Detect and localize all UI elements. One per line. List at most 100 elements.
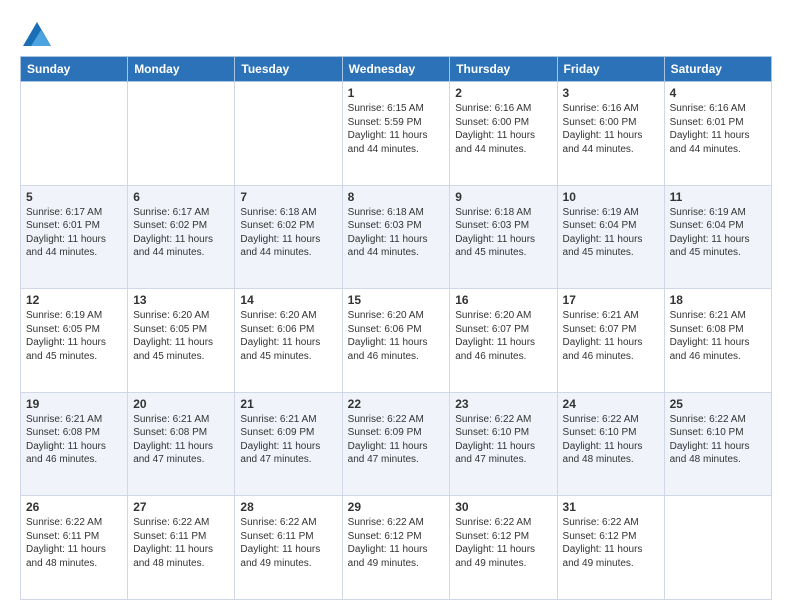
day-info: Sunrise: 6:17 AM Sunset: 6:02 PM Dayligh… (133, 206, 229, 260)
day-number: 13 (133, 293, 229, 307)
calendar-cell: 22Sunrise: 6:22 AM Sunset: 6:09 PM Dayli… (342, 392, 450, 496)
calendar-week-row: 1 Sunrise: 6:15 AM Sunset: 5:59 PM Daylig… (21, 82, 772, 186)
day-number: 9 (455, 190, 551, 204)
weekday-header: Wednesday (342, 57, 450, 82)
calendar-cell: 8 Sunrise: 6:18 AM Sunset: 6:03 PM Daylig… (342, 185, 450, 289)
day-number: 15 (348, 293, 445, 307)
day-info: Sunrise: 6:22 AM Sunset: 6:10 PM Dayligh… (670, 413, 766, 467)
weekday-header: Tuesday (235, 57, 342, 82)
day-number: 12 (26, 293, 122, 307)
day-number: 26 (26, 500, 122, 514)
weekday-header: Saturday (664, 57, 771, 82)
calendar-cell: 27 Sunrise: 6:22 AM Sunset: 6:11 PM Dayli… (128, 496, 235, 600)
calendar-week-row: 5 Sunrise: 6:17 AM Sunset: 6:01 PM Daylig… (21, 185, 772, 289)
day-number: 17 (563, 293, 659, 307)
day-info: Sunrise: 6:16 AM Sunset: 6:00 PM Dayligh… (563, 102, 659, 156)
calendar-cell: 13 Sunrise: 6:20 AM Sunset: 6:05 PM Dayli… (128, 289, 235, 393)
day-info: Sunrise: 6:19 AM Sunset: 6:05 PM Dayligh… (26, 309, 122, 363)
day-info: Sunrise: 6:20 AM Sunset: 6:06 PM Dayligh… (240, 309, 336, 363)
day-number: 27 (133, 500, 229, 514)
day-info: Sunrise: 6:21 AM Sunset: 6:08 PM Dayligh… (670, 309, 766, 363)
weekday-header: Monday (128, 57, 235, 82)
calendar-cell: 9Sunrise: 6:18 AM Sunset: 6:03 PM Daylig… (450, 185, 557, 289)
day-number: 3 (563, 86, 659, 100)
calendar-cell: 28 Sunrise: 6:22 AM Sunset: 6:11 PM Dayli… (235, 496, 342, 600)
day-info: Sunrise: 6:22 AM Sunset: 6:10 PM Dayligh… (563, 413, 659, 467)
calendar-cell: 5 Sunrise: 6:17 AM Sunset: 6:01 PM Daylig… (21, 185, 128, 289)
day-number: 7 (240, 190, 336, 204)
calendar-cell: 21Sunrise: 6:21 AM Sunset: 6:09 PM Dayli… (235, 392, 342, 496)
calendar-cell (128, 82, 235, 186)
day-number: 24 (563, 397, 659, 411)
calendar-cell (235, 82, 342, 186)
calendar-cell: 1 Sunrise: 6:15 AM Sunset: 5:59 PM Daylig… (342, 82, 450, 186)
calendar-cell: 7 Sunrise: 6:18 AM Sunset: 6:02 PM Daylig… (235, 185, 342, 289)
calendar-cell: 11 Sunrise: 6:19 AM Sunset: 6:04 PM Dayli… (664, 185, 771, 289)
day-number: 11 (670, 190, 766, 204)
day-info: Sunrise: 6:16 AM Sunset: 6:00 PM Dayligh… (455, 102, 551, 156)
day-number: 18 (670, 293, 766, 307)
calendar-cell: 26 Sunrise: 6:22 AM Sunset: 6:11 PM Dayli… (21, 496, 128, 600)
calendar-cell: 12 Sunrise: 6:19 AM Sunset: 6:05 PM Dayli… (21, 289, 128, 393)
day-info: Sunrise: 6:19 AM Sunset: 6:04 PM Dayligh… (563, 206, 659, 260)
calendar-cell: 31 Sunrise: 6:22 AM Sunset: 6:12 PM Dayli… (557, 496, 664, 600)
calendar-header-row: SundayMondayTuesdayWednesdayThursdayFrid… (21, 57, 772, 82)
calendar-cell: 20Sunrise: 6:21 AM Sunset: 6:08 PM Dayli… (128, 392, 235, 496)
calendar-cell: 15 Sunrise: 6:20 AM Sunset: 6:06 PM Dayli… (342, 289, 450, 393)
day-number: 23 (455, 397, 551, 411)
day-number: 2 (455, 86, 551, 100)
weekday-header: Thursday (450, 57, 557, 82)
day-number: 29 (348, 500, 445, 514)
day-number: 20 (133, 397, 229, 411)
day-number: 28 (240, 500, 336, 514)
day-number: 5 (26, 190, 122, 204)
day-number: 14 (240, 293, 336, 307)
calendar-cell: 16 Sunrise: 6:20 AM Sunset: 6:07 PM Dayli… (450, 289, 557, 393)
calendar-week-row: 26 Sunrise: 6:22 AM Sunset: 6:11 PM Dayli… (21, 496, 772, 600)
calendar-cell: 3 Sunrise: 6:16 AM Sunset: 6:00 PM Daylig… (557, 82, 664, 186)
weekday-header: Friday (557, 57, 664, 82)
day-info: Sunrise: 6:21 AM Sunset: 6:08 PM Dayligh… (26, 413, 122, 467)
calendar-cell: 6 Sunrise: 6:17 AM Sunset: 6:02 PM Daylig… (128, 185, 235, 289)
day-info: Sunrise: 6:22 AM Sunset: 6:11 PM Dayligh… (240, 516, 336, 570)
day-info: Sunrise: 6:22 AM Sunset: 6:12 PM Dayligh… (348, 516, 445, 570)
calendar-cell: 18 Sunrise: 6:21 AM Sunset: 6:08 PM Dayli… (664, 289, 771, 393)
day-number: 1 (348, 86, 445, 100)
calendar-cell: 17 Sunrise: 6:21 AM Sunset: 6:07 PM Dayli… (557, 289, 664, 393)
day-info: Sunrise: 6:20 AM Sunset: 6:07 PM Dayligh… (455, 309, 551, 363)
day-info: Sunrise: 6:18 AM Sunset: 6:03 PM Dayligh… (348, 206, 445, 260)
day-number: 31 (563, 500, 659, 514)
calendar-cell (21, 82, 128, 186)
calendar-week-row: 19 Sunrise: 6:21 AM Sunset: 6:08 PM Dayli… (21, 392, 772, 496)
calendar: SundayMondayTuesdayWednesdayThursdayFrid… (20, 56, 772, 600)
page: SundayMondayTuesdayWednesdayThursdayFrid… (0, 0, 792, 612)
day-number: 21 (240, 397, 336, 411)
day-number: 8 (348, 190, 445, 204)
day-info: Sunrise: 6:22 AM Sunset: 6:12 PM Dayligh… (455, 516, 551, 570)
day-info: Sunrise: 6:18 AM Sunset: 6:02 PM Dayligh… (240, 206, 336, 260)
calendar-cell: 25 Sunrise: 6:22 AM Sunset: 6:10 PM Dayli… (664, 392, 771, 496)
day-number: 16 (455, 293, 551, 307)
day-info: Sunrise: 6:22 AM Sunset: 6:11 PM Dayligh… (26, 516, 122, 570)
day-info: Sunrise: 6:17 AM Sunset: 6:01 PM Dayligh… (26, 206, 122, 260)
calendar-cell: 30Sunrise: 6:22 AM Sunset: 6:12 PM Dayli… (450, 496, 557, 600)
day-number: 4 (670, 86, 766, 100)
day-info: Sunrise: 6:19 AM Sunset: 6:04 PM Dayligh… (670, 206, 766, 260)
day-info: Sunrise: 6:15 AM Sunset: 5:59 PM Dayligh… (348, 102, 445, 156)
day-number: 19 (26, 397, 122, 411)
day-number: 6 (133, 190, 229, 204)
day-info: Sunrise: 6:22 AM Sunset: 6:12 PM Dayligh… (563, 516, 659, 570)
calendar-cell: 14 Sunrise: 6:20 AM Sunset: 6:06 PM Dayli… (235, 289, 342, 393)
day-info: Sunrise: 6:22 AM Sunset: 6:11 PM Dayligh… (133, 516, 229, 570)
calendar-cell: 10 Sunrise: 6:19 AM Sunset: 6:04 PM Dayli… (557, 185, 664, 289)
day-number: 10 (563, 190, 659, 204)
day-number: 25 (670, 397, 766, 411)
weekday-header: Sunday (21, 57, 128, 82)
header (20, 18, 772, 46)
calendar-cell (664, 496, 771, 600)
day-info: Sunrise: 6:21 AM Sunset: 6:07 PM Dayligh… (563, 309, 659, 363)
day-info: Sunrise: 6:22 AM Sunset: 6:10 PM Dayligh… (455, 413, 551, 467)
day-info: Sunrise: 6:20 AM Sunset: 6:06 PM Dayligh… (348, 309, 445, 363)
day-info: Sunrise: 6:20 AM Sunset: 6:05 PM Dayligh… (133, 309, 229, 363)
calendar-week-row: 12 Sunrise: 6:19 AM Sunset: 6:05 PM Dayli… (21, 289, 772, 393)
